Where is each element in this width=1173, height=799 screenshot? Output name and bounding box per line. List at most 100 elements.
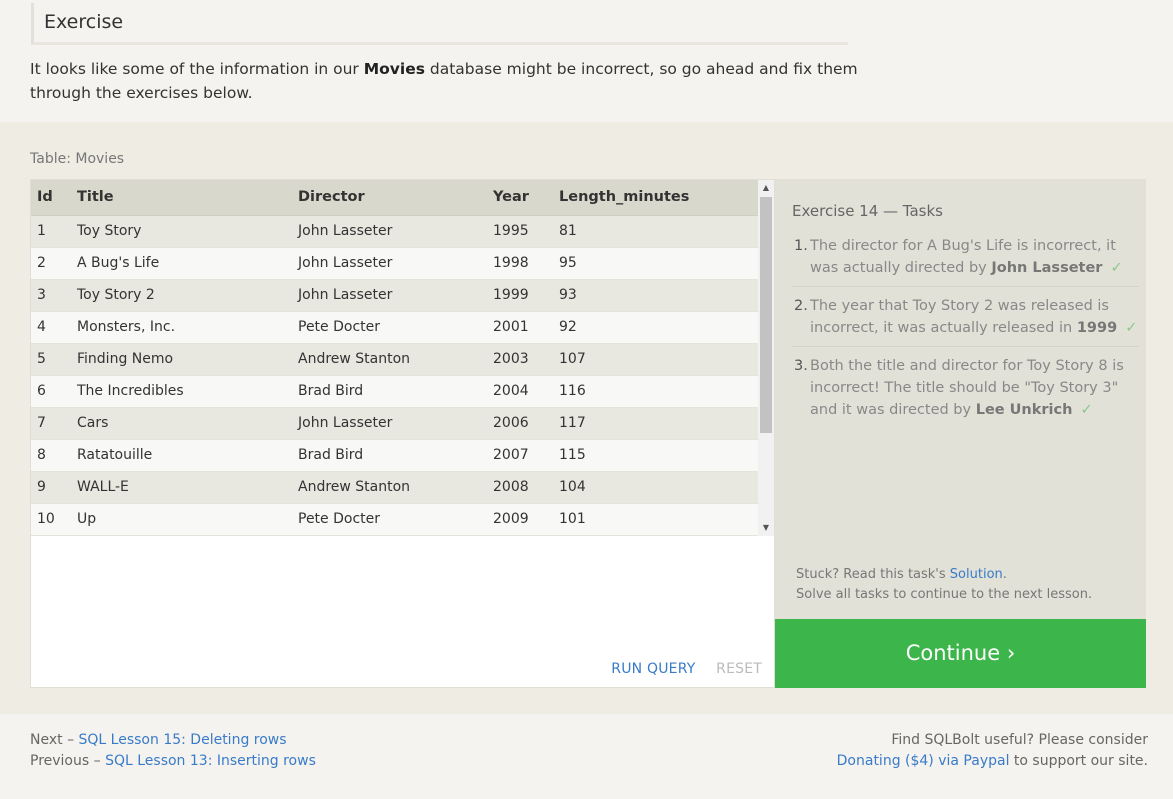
cell-length: 81 bbox=[553, 215, 758, 248]
task-item: 1. The director for A Bug's Life is incor… bbox=[792, 234, 1139, 287]
cell-title: The Incredibles bbox=[71, 375, 292, 408]
donate-link[interactable]: Donating ($4) via Paypal bbox=[837, 753, 1010, 769]
cell-year: 2003 bbox=[487, 343, 553, 376]
query-actions: RUN QUERY RESET bbox=[611, 661, 762, 677]
cell-director: John Lasseter bbox=[292, 247, 487, 280]
cell-length: 117 bbox=[553, 407, 758, 440]
cell-id: 5 bbox=[31, 343, 71, 376]
table-row: 7 Cars John Lasseter 2006 117 bbox=[31, 407, 758, 440]
cell-id: 2 bbox=[31, 247, 71, 280]
previous-lesson-line: Previous – SQL Lesson 13: Inserting rows bbox=[30, 751, 316, 772]
cell-title: Toy Story bbox=[71, 215, 292, 248]
cell-year: 1995 bbox=[487, 215, 553, 248]
cell-year: 2001 bbox=[487, 311, 553, 344]
cell-id: 6 bbox=[31, 375, 71, 408]
cell-length: 104 bbox=[553, 471, 758, 504]
cell-year: 2007 bbox=[487, 439, 553, 472]
cell-title: A Bug's Life bbox=[71, 247, 292, 280]
task-item: 2. The year that Toy Story 2 was released… bbox=[792, 294, 1139, 347]
continue-button[interactable]: Continue › bbox=[775, 619, 1146, 688]
cell-title: Finding Nemo bbox=[71, 343, 292, 376]
table-row: 4 Monsters, Inc. Pete Docter 2001 92 bbox=[31, 311, 758, 344]
cell-director: Brad Bird bbox=[292, 375, 487, 408]
table-row: 1 Toy Story John Lasseter 1995 81 bbox=[31, 215, 758, 248]
column-header-title: Title bbox=[71, 180, 292, 216]
exercise-workspace: Table: Movies Id Title Director Year Len… bbox=[0, 122, 1173, 714]
next-lesson-link[interactable]: SQL Lesson 15: Deleting rows bbox=[79, 732, 287, 748]
previous-lesson-link[interactable]: SQL Lesson 13: Inserting rows bbox=[105, 753, 316, 769]
table-scrollbar[interactable]: ▲ ▼ bbox=[758, 180, 774, 536]
exercise-header-section: Exercise It looks like some of the infor… bbox=[0, 0, 1173, 122]
scroll-up-arrow-icon[interactable]: ▲ bbox=[758, 180, 774, 196]
task-text: Both the title and director for Toy Stor… bbox=[810, 358, 1124, 418]
task-list: 1. The director for A Bug's Life is incor… bbox=[792, 234, 1139, 435]
table-row: 8 Ratatouille Brad Bird 2007 115 bbox=[31, 439, 758, 472]
cell-year: 2008 bbox=[487, 471, 553, 504]
cell-id: 9 bbox=[31, 471, 71, 504]
cell-director: Andrew Stanton bbox=[292, 471, 487, 504]
cell-length: 92 bbox=[553, 311, 758, 344]
scroll-down-arrow-icon[interactable]: ▼ bbox=[758, 520, 774, 536]
intro-text-before: It looks like some of the information in… bbox=[30, 60, 364, 78]
cell-id: 8 bbox=[31, 439, 71, 472]
column-header-year: Year bbox=[487, 180, 553, 216]
column-header-id: Id bbox=[31, 180, 71, 216]
cell-length: 93 bbox=[553, 279, 758, 312]
table-row: 10 Up Pete Docter 2009 101 bbox=[31, 503, 758, 536]
lesson-footer: Next – SQL Lesson 15: Deleting rows Prev… bbox=[0, 714, 1173, 799]
cell-title: Ratatouille bbox=[71, 439, 292, 472]
cell-title: Toy Story 2 bbox=[71, 279, 292, 312]
cell-id: 4 bbox=[31, 311, 71, 344]
tasks-panel: Exercise 14 — Tasks 1. The director for A… bbox=[775, 179, 1146, 619]
support-suffix: to support our site. bbox=[1009, 753, 1148, 769]
cell-title: Monsters, Inc. bbox=[71, 311, 292, 344]
table-scroll-area[interactable]: Id Title Director Year Length_minutes 1 … bbox=[31, 180, 774, 536]
next-lesson-line: Next – SQL Lesson 15: Deleting rows bbox=[30, 730, 316, 751]
cell-title: Cars bbox=[71, 407, 292, 440]
stuck-prefix: Stuck? Read this task's bbox=[796, 567, 950, 582]
cell-director: John Lasseter bbox=[292, 407, 487, 440]
cell-director: Andrew Stanton bbox=[292, 343, 487, 376]
table-row: 3 Toy Story 2 John Lasseter 1999 93 bbox=[31, 279, 758, 312]
table-row: 2 A Bug's Life John Lasseter 1998 95 bbox=[31, 247, 758, 280]
support-line: Find SQLBolt useful? Please consider bbox=[891, 732, 1148, 748]
run-query-button[interactable]: RUN QUERY bbox=[611, 661, 695, 677]
cell-id: 7 bbox=[31, 407, 71, 440]
exercise-intro: It looks like some of the information in… bbox=[30, 57, 860, 105]
task-answer: 1999 bbox=[1076, 320, 1118, 336]
cell-title: WALL-E bbox=[71, 471, 292, 504]
cell-length: 116 bbox=[553, 375, 758, 408]
scroll-thumb[interactable] bbox=[760, 197, 772, 433]
cell-id: 3 bbox=[31, 279, 71, 312]
cell-year: 2009 bbox=[487, 503, 553, 536]
column-header-director: Director bbox=[292, 180, 487, 216]
donate-line: Donating ($4) via Paypal to support our … bbox=[837, 751, 1148, 772]
cell-director: John Lasseter bbox=[292, 215, 487, 248]
cell-id: 1 bbox=[31, 215, 71, 248]
cell-year: 1999 bbox=[487, 279, 553, 312]
checkmark-icon: ✓ bbox=[1080, 402, 1093, 418]
cell-director: John Lasseter bbox=[292, 279, 487, 312]
table-caption: Table: Movies bbox=[30, 151, 125, 167]
exercise-heading: Exercise bbox=[31, 3, 848, 45]
solution-link[interactable]: Solution bbox=[950, 567, 1003, 582]
results-panel: Id Title Director Year Length_minutes 1 … bbox=[30, 179, 775, 688]
cell-director: Pete Docter bbox=[292, 311, 487, 344]
table-row: 5 Finding Nemo Andrew Stanton 2003 107 bbox=[31, 343, 758, 376]
stuck-line: Stuck? Read this task's Solution. bbox=[796, 565, 1092, 585]
tasks-title: Exercise 14 — Tasks bbox=[792, 202, 943, 220]
cell-year: 2004 bbox=[487, 375, 553, 408]
reset-button[interactable]: RESET bbox=[716, 661, 762, 677]
task-text: The year that Toy Story 2 was released i… bbox=[810, 298, 1109, 336]
next-prefix: Next – bbox=[30, 732, 79, 748]
movies-table: Id Title Director Year Length_minutes 1 … bbox=[31, 180, 758, 536]
task-answer: John Lasseter bbox=[991, 260, 1103, 276]
cell-director: Pete Docter bbox=[292, 503, 487, 536]
task-number: 3. bbox=[794, 358, 808, 374]
stuck-suffix: . bbox=[1002, 567, 1007, 582]
cell-year: 2006 bbox=[487, 407, 553, 440]
cell-title: Up bbox=[71, 503, 292, 536]
stuck-help: Stuck? Read this task's Solution. Solve … bbox=[796, 565, 1092, 605]
table-row: 9 WALL-E Andrew Stanton 2008 104 bbox=[31, 471, 758, 504]
column-header-length: Length_minutes bbox=[553, 180, 758, 216]
